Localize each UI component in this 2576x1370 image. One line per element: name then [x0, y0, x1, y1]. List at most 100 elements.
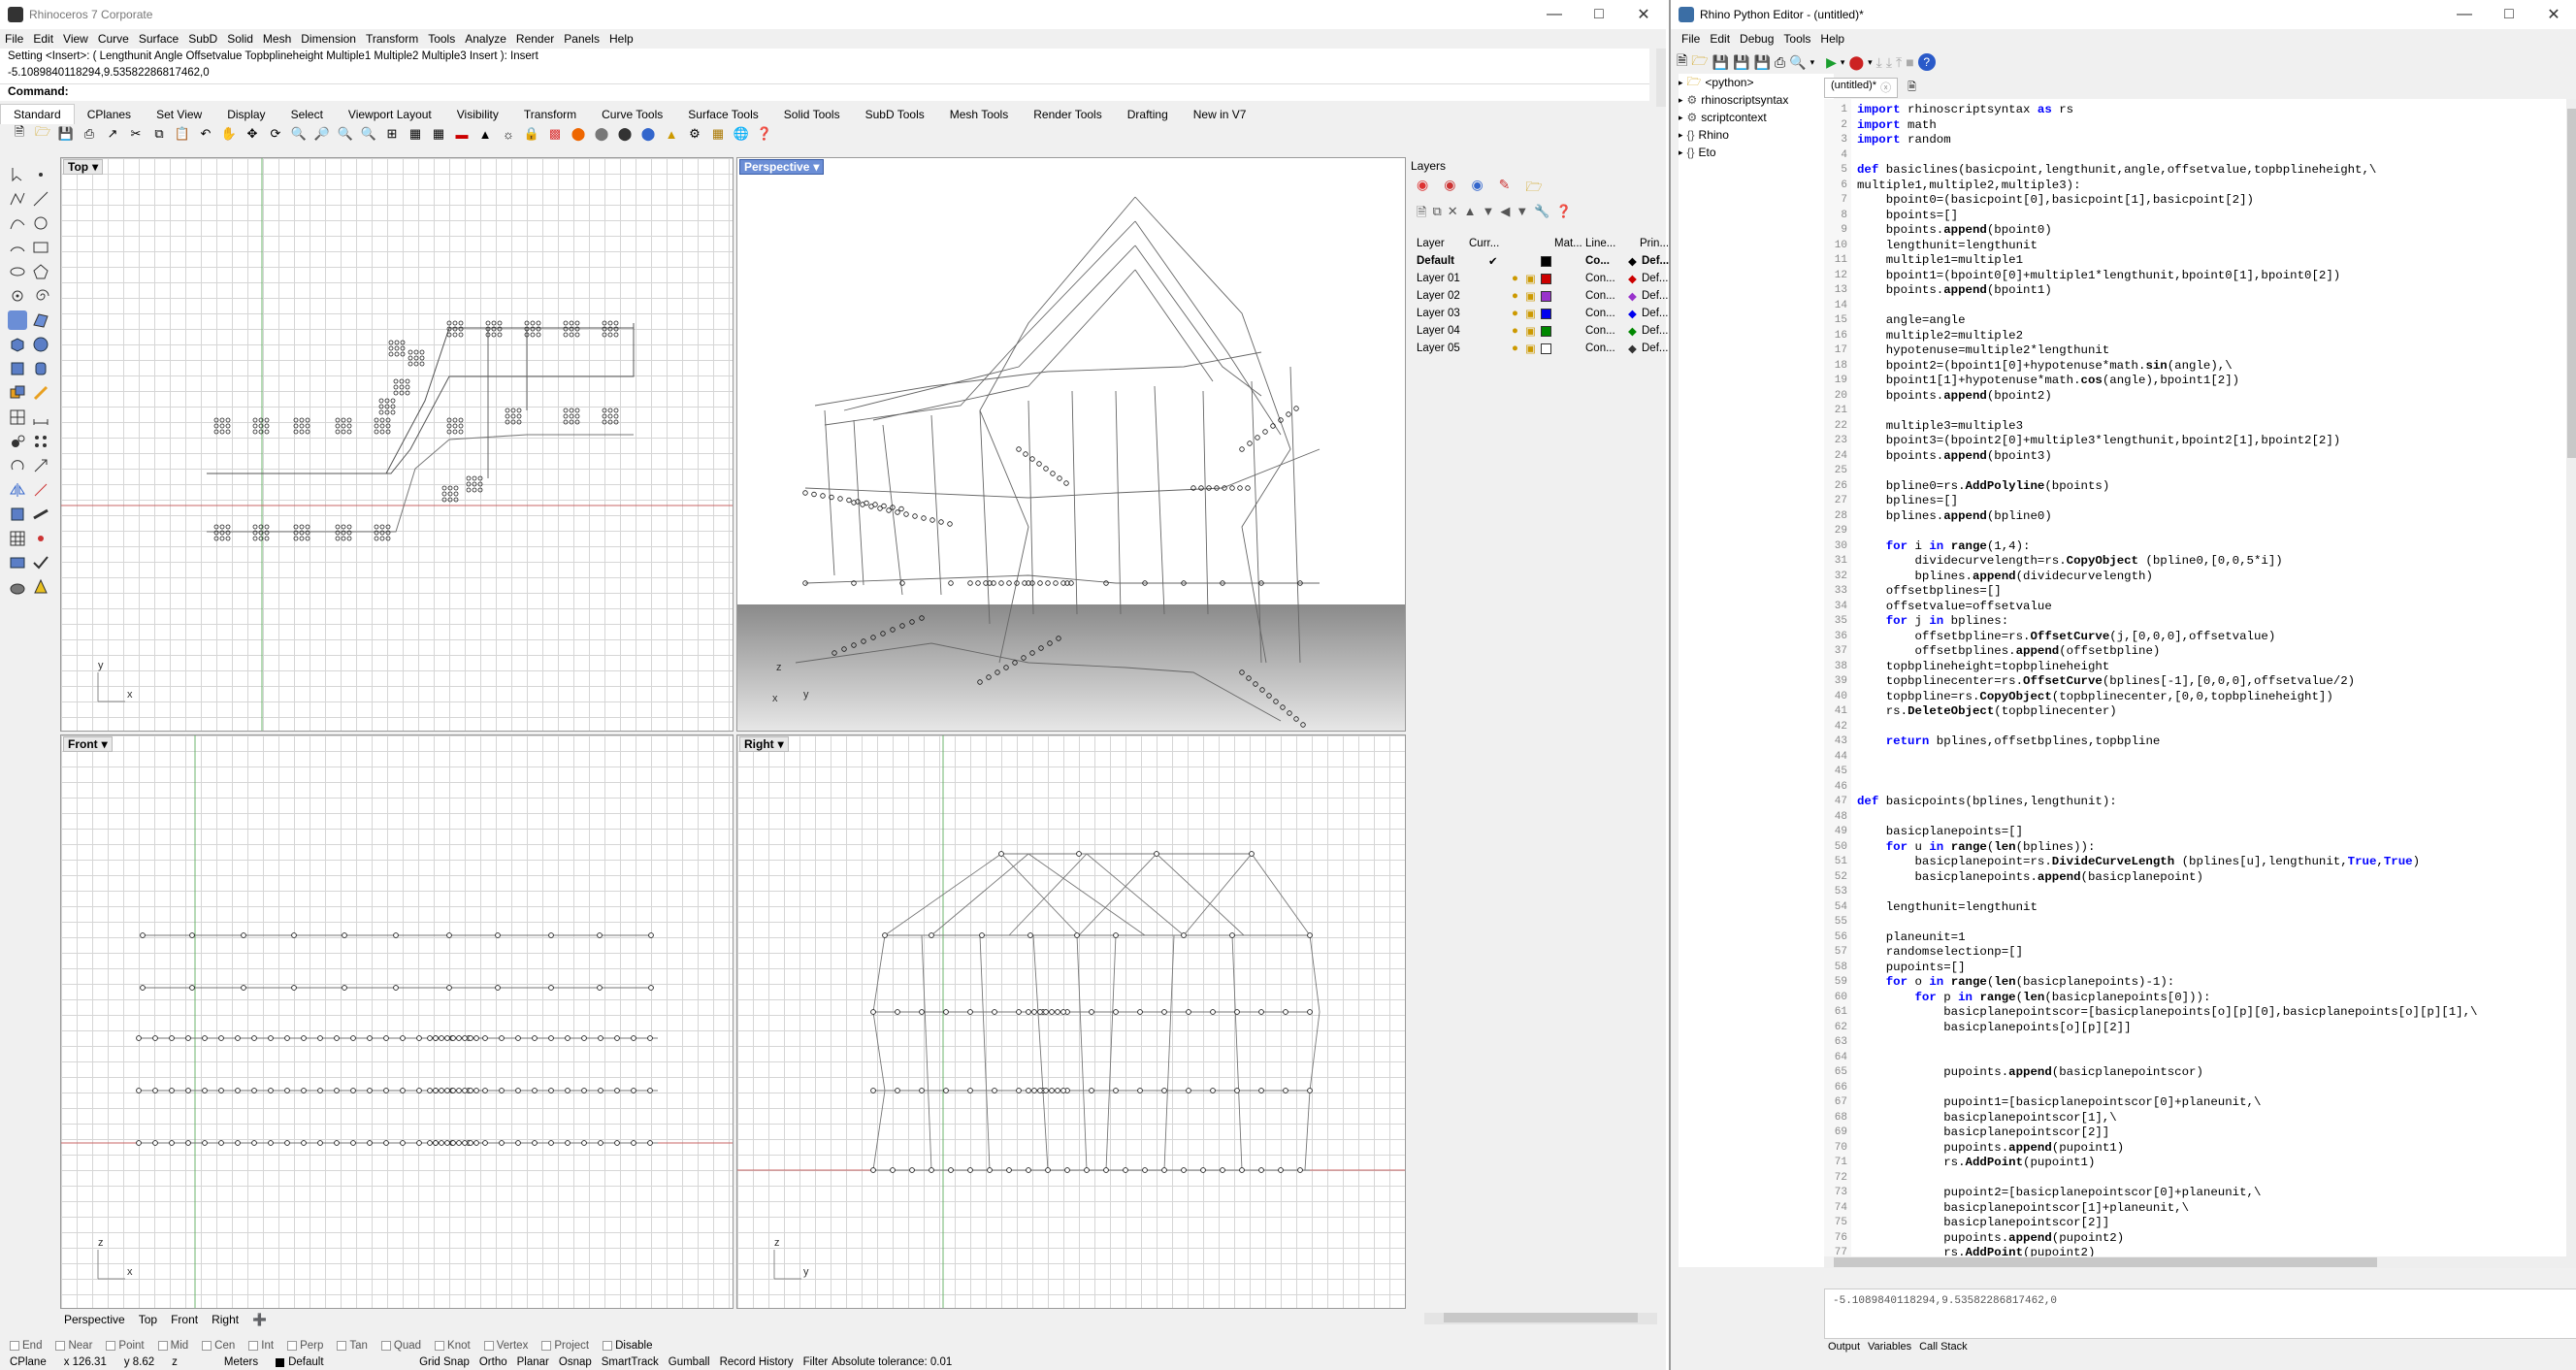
osnap-near[interactable]: Near	[55, 1340, 92, 1352]
toolbox-icon[interactable]: ▦	[708, 124, 728, 144]
expand-icon[interactable]: ▸	[1679, 147, 1683, 158]
arc-icon[interactable]	[8, 238, 27, 257]
line-icon[interactable]	[31, 189, 50, 209]
layer-linetype[interactable]: Co...	[1585, 255, 1610, 267]
layer-row[interactable]: Layer 01 ● ▣ Con... ◆ Def...	[1407, 270, 1668, 287]
menu-file[interactable]: File	[0, 32, 28, 46]
tab-variables[interactable]: Variables	[1868, 1341, 1911, 1353]
layer-color-swatch[interactable]	[1541, 308, 1551, 319]
lightbulb-icon[interactable]: ●	[1512, 308, 1518, 319]
mesh-icon[interactable]	[8, 408, 27, 427]
toggle-ortho[interactable]: Ortho	[479, 1356, 507, 1368]
new-tab-icon[interactable]: 🗎	[1902, 78, 1922, 98]
paste-icon[interactable]: 📋	[173, 124, 192, 144]
tab-cplanes[interactable]: CPlanes	[75, 105, 144, 124]
menu-solid[interactable]: Solid	[222, 32, 258, 46]
layer-linetype[interactable]: Con...	[1585, 290, 1615, 302]
layer-color-swatch[interactable]	[1541, 325, 1551, 337]
history-scrollbar[interactable]	[1656, 49, 1666, 107]
open-icon[interactable]: 🗁	[33, 124, 52, 144]
tree-item-scriptcontext[interactable]: ▸ ⚙ scriptcontext	[1679, 109, 1834, 126]
layer-name[interactable]: Layer 04	[1417, 325, 1460, 337]
output-pane[interactable]: -5.1089840118294,9.53582286817462,0	[1824, 1288, 2576, 1339]
expand-icon[interactable]: ▸	[1679, 78, 1683, 88]
tab-curve-tools[interactable]: Curve Tools	[589, 105, 675, 124]
spiral-icon[interactable]	[31, 286, 50, 306]
grid-icon[interactable]: ▦	[429, 124, 448, 144]
viewport-top[interactable]: Top ▾ y x	[60, 157, 734, 732]
print-color-icon[interactable]: ◆	[1628, 289, 1637, 303]
layer-row[interactable]: Layer 02 ● ▣ Con... ◆ Def...	[1407, 287, 1668, 305]
py-find-icon[interactable]: 🔍	[1789, 54, 1806, 71]
layer-color-swatch[interactable]	[1541, 255, 1551, 267]
col-layer[interactable]: Layer	[1417, 238, 1445, 249]
lock-icon[interactable]: ▣	[1525, 342, 1536, 355]
doc-tab-untitled[interactable]: (untitled)* ⓧ	[1824, 78, 1899, 98]
gumball-icon[interactable]	[31, 529, 50, 548]
new-layer-icon[interactable]: 🗎	[1417, 204, 1426, 225]
surface-icon[interactable]	[8, 310, 27, 330]
tree-item-rhino[interactable]: ▸{} Rhino	[1679, 126, 1834, 144]
layer-linetype[interactable]: Con...	[1585, 342, 1615, 354]
tab-call-stack[interactable]: Call Stack	[1919, 1341, 1968, 1353]
rectangle-icon[interactable]	[31, 238, 50, 257]
surface-edge-icon[interactable]	[31, 310, 50, 330]
py-find-dropdown-icon[interactable]: ▾	[1810, 57, 1815, 68]
layer-color-swatch[interactable]	[1541, 290, 1551, 302]
py-breakpoint-dropdown-icon[interactable]: ▾	[1868, 57, 1873, 68]
tab-output[interactable]: Output	[1828, 1341, 1860, 1353]
light-bulb-icon[interactable]	[31, 577, 50, 597]
move-up-icon[interactable]: ▲	[1464, 204, 1477, 225]
tab-standard[interactable]: Standard	[0, 104, 75, 124]
code-editor[interactable]: 1 2 3 4 5 6 7 8 9 10 11 12 13 14 15 16 17 18 19 20 21 22 23 24 2…	[1824, 99, 2576, 1268]
osnap-project[interactable]: Project	[541, 1340, 589, 1352]
viewport-label-perspective[interactable]: Perspective ▾	[739, 159, 825, 175]
mirror-icon[interactable]	[8, 480, 27, 500]
layer-color-icon[interactable]: ◉	[1417, 177, 1428, 200]
box-icon[interactable]	[8, 335, 27, 354]
layer-name[interactable]: Layer 03	[1417, 308, 1460, 319]
zoom-icon[interactable]: 🔍	[289, 124, 309, 144]
tree-item-eto[interactable]: ▸{} Eto	[1679, 144, 1834, 161]
fillet-icon[interactable]	[31, 383, 50, 403]
close-icon[interactable]: ✕	[1621, 0, 1666, 29]
toggle-gumball[interactable]: Gumball	[668, 1356, 710, 1368]
layer-material-icon[interactable]: ◉	[1444, 177, 1455, 200]
osnap-knot[interactable]: Knot	[435, 1340, 471, 1352]
layer-render-icon[interactable]: ◉	[1471, 177, 1483, 200]
py-menu-tools[interactable]: Tools	[1778, 32, 1815, 46]
pan-icon[interactable]: ✋	[219, 124, 239, 144]
toggle-record-history[interactable]: Record History	[720, 1356, 794, 1368]
print-icon[interactable]: ⎙	[80, 124, 99, 144]
boolean-icon[interactable]	[8, 383, 27, 403]
lock-icon[interactable]: 🔒	[522, 124, 541, 144]
select-icon[interactable]: ▲	[475, 124, 495, 144]
layer-icon[interactable]: ▩	[545, 124, 565, 144]
menu-transform[interactable]: Transform	[361, 32, 423, 46]
check-icon[interactable]	[31, 553, 50, 572]
tree-item-rhinoscriptsyntax[interactable]: ▸ ⚙ rhinoscriptsyntax	[1679, 91, 1834, 109]
render-icon[interactable]: ⬤	[638, 124, 658, 144]
solid-box-icon[interactable]	[8, 505, 27, 524]
move-icon[interactable]: ✥	[243, 124, 262, 144]
viewport-label-top[interactable]: Top ▾	[63, 159, 104, 175]
layer-print[interactable]: Def...	[1642, 273, 1668, 284]
new-file-icon[interactable]: 🗎	[10, 124, 29, 144]
lightbulb-icon[interactable]: ●	[1512, 342, 1518, 354]
curve-icon[interactable]	[8, 213, 27, 233]
new-sublayer-icon[interactable]: ⧉	[1432, 204, 1441, 225]
tab-visibility[interactable]: Visibility	[444, 105, 511, 124]
rotate-view-icon[interactable]: ⟳	[266, 124, 285, 144]
menu-render[interactable]: Render	[511, 32, 559, 46]
shaded-icon[interactable]: ⬤	[615, 124, 635, 144]
maximize-icon[interactable]: □	[1577, 0, 1621, 29]
tab-subd-tools[interactable]: SubD Tools	[853, 105, 937, 124]
osnap-tan[interactable]: Tan	[337, 1340, 368, 1352]
toggle-planar[interactable]: Planar	[517, 1356, 549, 1368]
delete-layer-icon[interactable]: ✕	[1448, 204, 1458, 225]
code-hscrollbar[interactable]	[1824, 1256, 2576, 1268]
menu-subd[interactable]: SubD	[183, 32, 222, 46]
col-linetype[interactable]: Line...	[1585, 238, 1615, 249]
tab-solid-tools[interactable]: Solid Tools	[771, 105, 853, 124]
print-color-icon[interactable]: ◆	[1628, 342, 1637, 355]
